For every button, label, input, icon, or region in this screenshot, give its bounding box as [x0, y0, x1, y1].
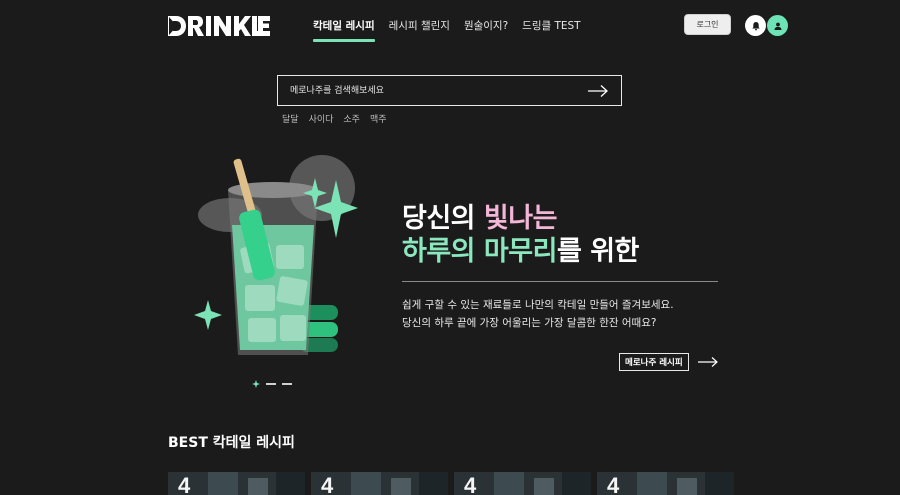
nav-recipe-challenge[interactable]: 레시피 챌린지: [389, 18, 450, 39]
profile-button[interactable]: [767, 15, 788, 36]
recipe-card[interactable]: 4: [311, 472, 448, 495]
card-rank: 4: [464, 473, 477, 495]
user-icon: [774, 22, 781, 30]
carousel-indicator: [252, 380, 292, 388]
recipe-card[interactable]: 4: [168, 472, 305, 495]
hero-title-part: 당신의: [402, 203, 484, 234]
bell-icon: [751, 21, 760, 30]
hero-description-line: 당신의 하루 끝에 가장 어울리는 가장 달콤한 한잔 어때요?: [402, 317, 657, 329]
hero-description: 쉽게 구할 수 있는 재료들로 나만의 칵테일 만들어 즐겨보세요. 당신의 하…: [402, 296, 674, 332]
arrow-right-icon[interactable]: [697, 356, 719, 368]
best-cards: 4 4 4 4: [168, 472, 734, 495]
nav-cocktail-recipe[interactable]: 칵테일 레시피: [313, 18, 375, 42]
melona-recipe-button[interactable]: 메로나주 레시피: [619, 353, 689, 371]
tag-chip[interactable]: 소주: [343, 112, 360, 125]
hero-title-part: 를 위한: [556, 236, 639, 267]
search-box: [277, 75, 622, 106]
carousel-dot-active[interactable]: [252, 380, 260, 388]
drinkle-logo[interactable]: [168, 15, 270, 37]
hero-cta: 메로나주 레시피: [619, 353, 719, 371]
nav-drinkle-test[interactable]: 드링클 TEST: [522, 18, 580, 39]
search-tags: 달달 사이다 소주 맥주: [282, 112, 387, 125]
hero-title-highlight: 하루의 마무리: [402, 236, 557, 267]
carousel-dot[interactable]: [282, 383, 292, 385]
card-rank: 4: [321, 473, 334, 495]
login-button[interactable]: 로그인: [684, 14, 731, 35]
recipe-card[interactable]: 4: [454, 472, 591, 495]
notification-button[interactable]: [745, 15, 766, 36]
tag-chip[interactable]: 맥주: [370, 112, 387, 125]
search-input[interactable]: [290, 76, 580, 105]
hero-title-line-1: 당신의 빛나는: [402, 202, 639, 235]
hero-title: 당신의 빛나는 하루의 마무리를 위한: [402, 202, 639, 268]
hero-title-highlight: 빛나는: [483, 203, 558, 234]
site-header: 칵테일 레시피 레시피 챌린지 뭔술이지? 드링클 TEST 로그인: [0, 0, 900, 50]
recipe-card[interactable]: 4: [597, 472, 734, 495]
nav-what-drink[interactable]: 뭔술이지?: [464, 18, 508, 39]
best-section-title: BEST 칵테일 레시피: [168, 435, 295, 451]
cocktail-illustration: [194, 155, 358, 355]
main-nav: 칵테일 레시피 레시피 챌린지 뭔술이지? 드링클 TEST: [313, 18, 595, 42]
arrow-right-icon[interactable]: [587, 84, 609, 98]
card-rank: 4: [607, 473, 620, 495]
hero-title-line-2: 하루의 마무리를 위한: [402, 235, 639, 268]
hero-divider: [402, 281, 718, 282]
tag-chip[interactable]: 달달: [282, 112, 299, 125]
hero-description-line: 쉽게 구할 수 있는 재료들로 나만의 칵테일 만들어 즐겨보세요.: [402, 299, 674, 311]
tag-chip[interactable]: 사이다: [309, 112, 334, 125]
card-rank: 4: [178, 473, 191, 495]
carousel-dot[interactable]: [266, 383, 276, 385]
